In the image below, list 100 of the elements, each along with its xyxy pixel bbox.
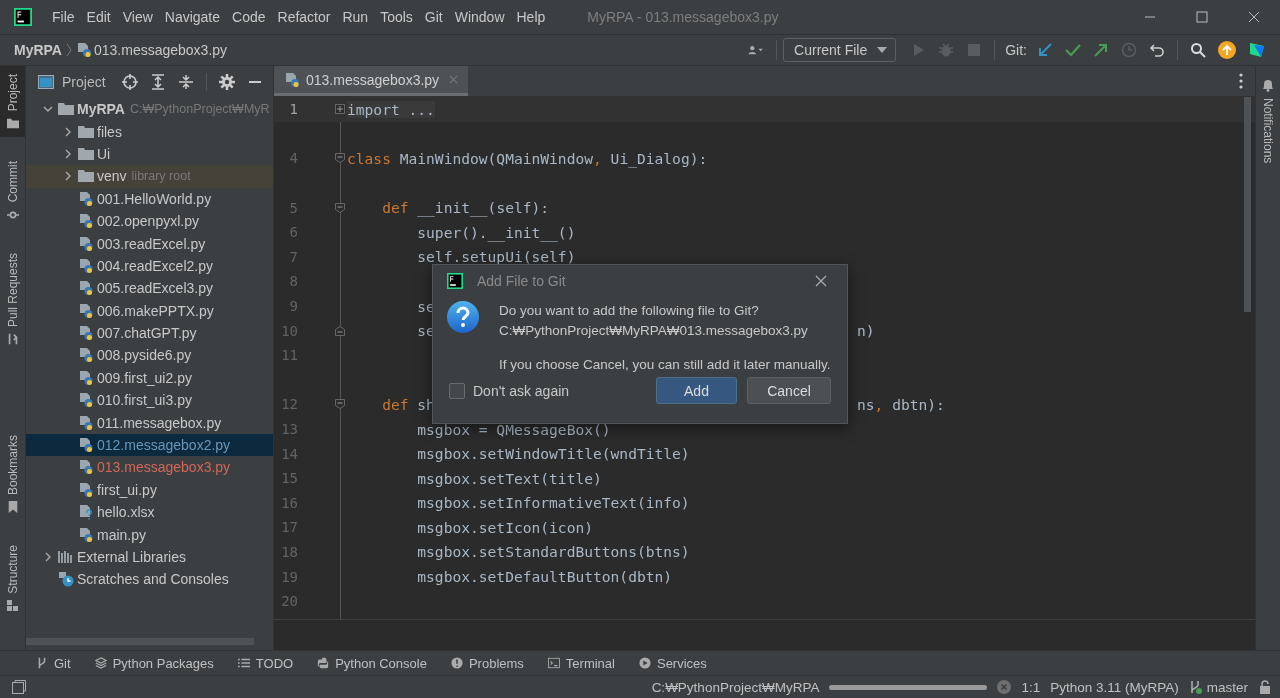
more-icon[interactable] [1239,73,1243,89]
chevron-right-icon[interactable] [63,171,73,182]
tool-window-button[interactable]: Git [36,655,71,671]
tool-window-tab[interactable]: Notifications [1261,98,1275,164]
close-icon[interactable] [815,275,827,287]
add-button[interactable]: Add [656,377,737,404]
tool-window-button[interactable]: Services [638,655,707,671]
fold-marker-icon[interactable] [335,399,345,410]
tree-item[interactable]: 004.readExcel2.py [26,254,273,278]
crosshair-icon[interactable] [121,73,138,90]
dialog-hint: If you choose Cancel, you can still add it later manually. [499,356,831,374]
checkbox[interactable] [449,382,465,399]
arrow-down-left-icon[interactable] [1037,42,1053,58]
tree-item[interactable]: 010.first_ui3.py [26,389,273,412]
chevron-right-icon[interactable] [63,126,73,137]
run-config-dropdown[interactable]: Current File [783,38,897,62]
toolbox-logo-icon[interactable] [1248,41,1266,59]
tool-window-button[interactable]: Terminal [547,655,615,671]
scrollbar-thumb[interactable] [26,638,254,645]
tool-window-tab[interactable]: Structure [0,537,25,620]
menu-item[interactable]: View [116,9,159,25]
menu-item[interactable]: Help [510,9,552,25]
folder-icon [6,117,19,130]
menu-item[interactable]: Window [448,9,511,25]
code-line: msgbox.setIcon(icon) [416,518,593,536]
tool-window-tab[interactable]: Pull Requests [0,244,25,353]
python-file-icon [78,257,94,274]
collapse-all-icon[interactable] [177,73,194,90]
menu-item[interactable]: Git [418,9,449,25]
tree-item[interactable]: 007.chatGPT.py [26,321,273,345]
caret-position[interactable]: 1:1 [1021,679,1041,695]
tree-item[interactable]: files [26,120,273,143]
cancel-button[interactable]: Cancel [747,377,831,404]
tool-window-button[interactable]: TODO [237,655,294,671]
bell-icon[interactable] [1261,78,1275,92]
menu-item[interactable]: Navigate [158,9,227,25]
tool-window-button[interactable]: Problems [450,655,524,671]
python-file-icon [78,302,94,319]
menu-item[interactable]: Run [336,9,375,25]
tool-window-button[interactable]: Python Packages [94,655,214,671]
scrollbar-thumb[interactable] [1244,97,1251,312]
tree-item[interactable]: 006.makePPTX.py [26,299,273,322]
tree-item[interactable]: 009.first_ui2.py [26,366,273,390]
panel-title[interactable]: Project [62,73,106,90]
settings-icon[interactable] [218,73,235,90]
fold-marker-icon[interactable] [335,202,345,213]
breadcrumb-file[interactable]: 013.messagebox3.py [93,42,228,58]
tree-item[interactable]: Scratches and Consoles [26,568,273,591]
tree-item[interactable]: MyRPA C:₩PythonProject₩MyR [26,98,273,121]
tree-item[interactable]: 005.readExcel3.py [26,277,273,300]
lock-icon[interactable] [1258,680,1272,694]
fold-end-icon[interactable] [335,325,345,336]
dialog-title: Add File to Git [477,273,566,289]
tree-item[interactable]: 011.messagebox.py [26,411,273,434]
undo-icon[interactable] [1149,42,1165,58]
code-line: class MainWindow(QMainWindow, Ui_Dialog): [347,150,708,167]
tree-item[interactable]: 001.HelloWorld.py [26,187,273,210]
interpreter-label[interactable]: Python 3.11 (MyRPA) [1050,679,1179,695]
tool-window-tab[interactable]: Bookmarks [0,427,25,522]
tree-item[interactable]: External Libraries [26,545,273,569]
branch-widget[interactable]: master [1188,679,1248,695]
tree-item[interactable]: main.py [26,523,273,546]
tree-item[interactable]: 002.openpyxl.py [26,209,273,233]
line-number: 9 [288,298,299,315]
menu-item[interactable]: File [46,9,81,25]
line-number: 1 [288,101,299,118]
chevron-right-icon[interactable] [43,552,53,562]
menu-item[interactable]: Tools [374,9,419,25]
background-task-label[interactable]: C:₩PythonProject₩MyRPA [651,679,820,695]
upload-icon[interactable] [1218,41,1236,59]
checkbox-label[interactable]: Don't ask again [473,382,570,399]
layout-icon[interactable] [12,680,26,694]
line-number: 12 [280,396,299,413]
tab-label[interactable]: 013.messagebox3.py [306,71,440,88]
line-number: 5 [288,199,299,216]
chevron-right-icon[interactable] [63,148,73,159]
tool-window-button[interactable]: Python Console [317,655,427,671]
editor-tab[interactable]: 013.messagebox3.py [274,66,469,96]
tree-item[interactable]: hello.xlsx [26,501,273,524]
expand-fold-icon[interactable] [335,104,345,115]
terminal-icon [547,657,560,669]
tree-item[interactable]: Ui [26,142,273,166]
tree-item[interactable]: 008.pyside6.py [26,344,273,367]
arrow-up-right-icon[interactable] [1093,42,1109,58]
tree-item[interactable]: first_ui.py [26,478,273,502]
window-title: MyRPA - 013.messagebox3.py [587,9,779,25]
breadcrumb-project[interactable]: MyRPA [14,42,62,58]
tree-item[interactable]: 012.messagebox2.py [26,433,273,457]
expand-all-icon[interactable] [149,73,166,90]
tree-item[interactable]: venv library root [26,165,273,188]
app-logo-icon [447,273,463,289]
search-icon[interactable] [1190,42,1206,58]
menu-item[interactable]: Refactor [271,9,337,25]
menu-item[interactable]: Code [226,9,272,25]
tree-item[interactable]: 003.readExcel.py [26,232,273,255]
fold-marker-icon[interactable] [335,153,345,164]
checkmark-icon[interactable] [1065,42,1081,58]
menu-item[interactable]: Edit [80,9,117,25]
tool-window-tab[interactable]: Commit [0,153,25,229]
tool-window-tab[interactable]: Project [0,66,25,138]
